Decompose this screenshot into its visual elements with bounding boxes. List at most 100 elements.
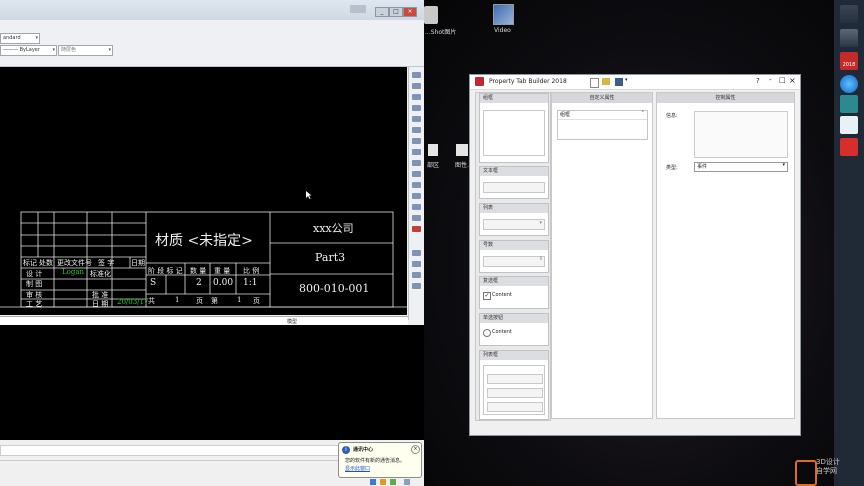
caption-label: 信息: <box>666 113 678 119</box>
section-header: 文本框 <box>480 167 548 176</box>
close-icon[interactable]: × <box>411 445 420 454</box>
section-header: 组框 <box>480 94 548 103</box>
checkbox-option: Content <box>492 292 512 298</box>
minimize-button[interactable]: _ <box>375 7 389 17</box>
desktop-doc-icon[interactable] <box>456 144 468 156</box>
number-section[interactable]: 号数 ⇕ <box>479 240 549 273</box>
notify-link[interactable]: 显示此窗口 <box>345 465 370 472</box>
array-tool-icon[interactable] <box>412 116 421 122</box>
color-combo[interactable]: 随层色 ▾ <box>58 45 113 56</box>
checkbox-icon: ✓ <box>483 292 491 300</box>
watermark-text: 3D设计 自学网 <box>816 458 840 475</box>
material-text: 材质 <未指定> <box>155 233 253 249</box>
sheet-total-value: 1 <box>175 296 180 304</box>
save-dropdown-icon[interactable]: ▾ <box>625 77 628 83</box>
number-preview: ⇕ <box>483 256 545 267</box>
sw-year-label: 2018 <box>842 62 856 68</box>
block-tool-icon[interactable] <box>412 283 421 289</box>
type-select[interactable]: 事件 ▾ <box>694 162 788 172</box>
checkbox-section[interactable]: 复选框 ✓ Content <box>479 276 549 309</box>
maximize-button[interactable]: □ <box>389 7 403 17</box>
close-button[interactable]: × <box>403 7 417 17</box>
command-input[interactable] <box>0 445 342 456</box>
maximize-button[interactable]: □ <box>779 76 786 84</box>
open-folder-icon[interactable] <box>602 78 610 85</box>
chevron-down-icon: ▾ <box>782 162 785 168</box>
weight-value: 0.00 <box>213 278 234 288</box>
explode-tool-icon[interactable] <box>412 226 421 232</box>
groupbox-section[interactable]: 组框 <box>479 93 549 163</box>
command-area[interactable] <box>0 325 424 440</box>
comm-center-icon[interactable] <box>370 479 376 485</box>
chamfer-tool-icon[interactable] <box>412 204 421 210</box>
help-button[interactable]: ? <box>756 77 760 85</box>
layer-combo[interactable]: andard ▾ <box>0 33 40 44</box>
desktop-file-icon[interactable] <box>424 6 438 24</box>
sheet-page-label-2: 页 <box>253 297 260 305</box>
textbox-preview <box>483 182 545 193</box>
section-header: 单选按钮 <box>480 314 548 323</box>
desktop-doc-icon[interactable] <box>428 144 438 156</box>
group-tree[interactable]: 组框 ⌃ <box>557 110 648 140</box>
sheet-page-label: 页 <box>196 297 203 305</box>
fillet-tool-icon[interactable] <box>412 215 421 221</box>
save-icon[interactable] <box>615 78 623 86</box>
solidworks-2018-icon[interactable]: 2018 <box>840 52 858 70</box>
listbox-item <box>487 388 543 398</box>
trim-tool-icon[interactable] <box>412 171 421 177</box>
list-section[interactable]: 列表 ▾ <box>479 203 549 236</box>
spinner-icon: ⇕ <box>538 256 543 262</box>
new-file-icon[interactable] <box>590 78 599 88</box>
browser-icon[interactable] <box>840 75 858 93</box>
type-label: 类型: <box>666 165 678 171</box>
radio-section[interactable]: 单选按钮 Content <box>479 313 549 346</box>
scale-tool-icon[interactable] <box>412 149 421 155</box>
listbox-item <box>487 402 543 412</box>
caption-input[interactable] <box>694 111 788 158</box>
extend-tool-icon[interactable] <box>412 182 421 188</box>
listbox-section[interactable]: 列表框 <box>479 350 549 420</box>
close-button[interactable]: × <box>789 76 796 85</box>
properties-tool-icon[interactable] <box>412 261 421 267</box>
stage-value: S <box>150 278 157 288</box>
quick-access-icon[interactable] <box>350 5 366 13</box>
tree-item[interactable]: 组框 ⌃ <box>558 110 647 120</box>
sync-icon[interactable] <box>390 479 396 485</box>
arc-tool-icon[interactable] <box>412 105 421 111</box>
notification-popup[interactable]: i 通讯中心 × 您的软件有新的通告消息。 显示此窗口 <box>338 442 422 478</box>
stretch-tool-icon[interactable] <box>412 160 421 166</box>
lock-icon[interactable] <box>380 479 386 485</box>
video-folder-icon[interactable] <box>493 4 514 25</box>
mouse-cursor-icon <box>306 191 312 199</box>
panel-header: 控制属性 <box>657 93 794 103</box>
linetype-combo-value: ByLayer <box>19 47 40 53</box>
chevron-down-icon: ▾ <box>539 220 542 226</box>
text-editor-icon[interactable] <box>840 116 858 134</box>
minimize-button[interactable]: - <box>769 76 772 84</box>
draw-label: 制 图 <box>26 280 43 288</box>
tree-item-label: 组框 <box>560 112 571 118</box>
quantity-label: 数 量 <box>190 267 207 275</box>
move-tool-icon[interactable] <box>412 127 421 133</box>
polyline-tool-icon[interactable] <box>412 83 421 89</box>
circle-tool-icon[interactable] <box>412 94 421 100</box>
linetype-combo[interactable]: ——— ByLayer ▾ <box>0 45 57 56</box>
drawing-canvas[interactable]: 材质 <未指定> xxx公司 Part3 800-010-001 标记 处数 更… <box>0 67 407 315</box>
chevron-down-icon: ▾ <box>108 47 111 53</box>
layer-tool-icon[interactable] <box>412 250 421 256</box>
line-tool-icon[interactable] <box>412 72 421 78</box>
solidworks-icon[interactable] <box>840 138 858 156</box>
desktop-icon-label: Video <box>494 27 511 34</box>
settings-icon[interactable] <box>840 29 858 47</box>
app-logo-icon <box>475 77 484 86</box>
break-tool-icon[interactable] <box>412 193 421 199</box>
process-label: 工 艺 <box>26 300 43 308</box>
count-label: 处数 <box>39 259 53 267</box>
collapse-icon[interactable]: ⌃ <box>641 110 645 116</box>
textbox-section[interactable]: 文本框 <box>479 166 549 199</box>
match-tool-icon[interactable] <box>412 272 421 278</box>
plugin-icon[interactable] <box>840 5 858 23</box>
expand-icon[interactable] <box>404 479 410 485</box>
rotate-tool-icon[interactable] <box>412 138 421 144</box>
monitor-icon[interactable] <box>840 95 858 113</box>
